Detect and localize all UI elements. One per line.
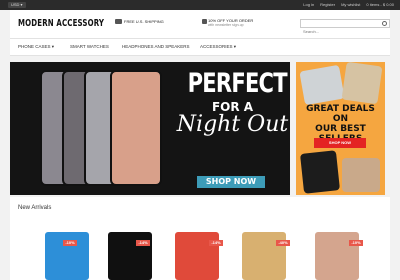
- hero-line-3: Night Out: [176, 112, 289, 137]
- product-image: [341, 62, 383, 105]
- main-nav: PHONE CASES ▾ SMART WATCHES HEADPHONES A…: [10, 38, 390, 56]
- shipping-info: FREE U.S. SHIPPING: [115, 19, 164, 25]
- side-shop-now-button[interactable]: SHOP NOW: [314, 138, 366, 148]
- product-image: [299, 64, 345, 106]
- hero-headline: PERFECT FOR A Night Out: [175, 70, 290, 137]
- discount-badge: -14%: [209, 240, 223, 246]
- side-banner[interactable]: GREAT DEALS ON OUR BEST SELLERS SHOP NOW: [296, 62, 385, 195]
- product-image: [300, 150, 340, 194]
- currency-select[interactable]: USD ▾: [8, 2, 26, 8]
- hero-phones-image: [40, 70, 180, 188]
- promo-info: 10% OFF YOUR ORDER with newsletter sign-…: [202, 18, 253, 27]
- side-banner-title-line: GREAT DEALS ON: [306, 104, 375, 124]
- login-link[interactable]: Log in: [303, 1, 314, 9]
- discount-badge: -10%: [349, 240, 363, 246]
- hero-shop-now-button[interactable]: SHOP NOW: [197, 176, 265, 188]
- hero-line-1: PERFECT: [187, 68, 288, 99]
- truck-icon: [115, 19, 122, 25]
- product-card[interactable]: -10%: [315, 232, 365, 280]
- product-card[interactable]: -10%: [45, 232, 95, 280]
- hero-banner[interactable]: PERFECT FOR A Night Out SHOP NOW: [10, 62, 290, 195]
- promo-subtitle: with newsletter sign-up: [208, 23, 244, 27]
- search-icon[interactable]: [382, 21, 387, 26]
- new-arrivals-title: New Arrivals: [18, 205, 52, 211]
- cart-link[interactable]: 0 items - $ 0.00: [366, 1, 394, 9]
- site-logo[interactable]: MODERN ACCESSORY: [18, 18, 104, 29]
- search-input[interactable]: [301, 28, 379, 35]
- product-card[interactable]: -40%: [242, 232, 292, 280]
- nav-smart-watches[interactable]: SMART WATCHES: [70, 44, 109, 49]
- phone-image: [110, 70, 162, 186]
- new-arrivals-section: New Arrivals -10% -14% -14% -40% -10%: [10, 197, 390, 280]
- discount-badge: -14%: [136, 240, 150, 246]
- discount-badge: -10%: [63, 240, 77, 246]
- nav-phone-cases[interactable]: PHONE CASES ▾: [18, 44, 54, 50]
- search-box: [300, 19, 390, 35]
- nav-accessories[interactable]: ACCESSORIES ▾: [200, 44, 236, 50]
- nav-headphones-speakers[interactable]: HEADPHONES AND SPEAKERS: [122, 44, 190, 49]
- product-card[interactable]: -14%: [175, 232, 225, 280]
- shipping-text: FREE U.S. SHIPPING: [124, 19, 164, 24]
- wishlist-link[interactable]: My wishlist: [341, 1, 360, 9]
- top-bar: USD ▾ Log in Register My wishlist 0 item…: [0, 0, 400, 10]
- tag-icon: [202, 19, 207, 24]
- register-link[interactable]: Register: [320, 1, 335, 9]
- product-image: [342, 158, 380, 192]
- product-card[interactable]: -14%: [108, 232, 158, 280]
- site-header: MODERN ACCESSORY FREE U.S. SHIPPING 10% …: [10, 10, 390, 38]
- discount-badge: -40%: [276, 240, 290, 246]
- top-links: Log in Register My wishlist 0 items - $ …: [303, 1, 394, 9]
